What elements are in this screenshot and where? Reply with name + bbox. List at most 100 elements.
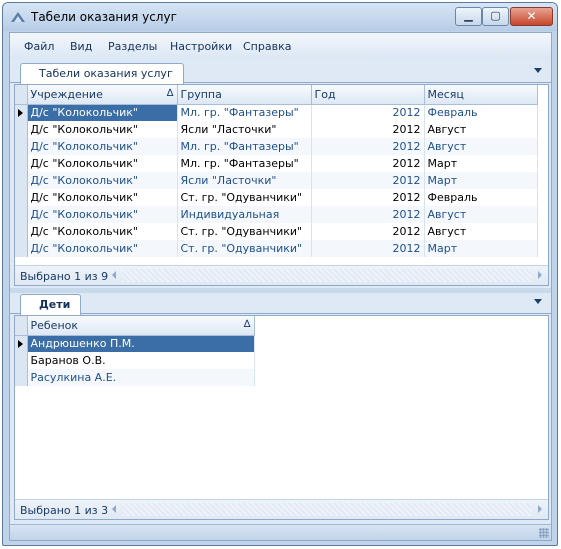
children-grid: Ребенок ∆ Андрюшенко П.М. Баранов О.В. Ра…: [14, 315, 549, 520]
cell-month[interactable]: Август: [424, 206, 538, 223]
cell-year[interactable]: 2012: [311, 121, 425, 138]
cell-group[interactable]: Ст. гр. "Одуванчики": [177, 223, 312, 240]
cell-year[interactable]: 2012: [311, 138, 425, 155]
selection-count: Выбрано 1 из 3: [20, 504, 109, 517]
horizontal-scrollbar[interactable]: [122, 503, 532, 516]
main-grid-footer: Выбрано 1 из 9: [15, 265, 548, 285]
table-row[interactable]: Д/с "Колокольчик" Индивидуальная 2012 Ав…: [15, 206, 538, 223]
cell-group[interactable]: Мл. гр. "Фантазеры": [177, 138, 312, 155]
cell-institution[interactable]: Д/с "Колокольчик": [27, 223, 178, 240]
cell-year[interactable]: 2012: [311, 206, 425, 223]
cell-month[interactable]: Март: [424, 155, 538, 172]
header-row: Учреждение ∆ Группа Год Месяц: [15, 85, 538, 105]
cell-institution[interactable]: Д/с "Колокольчик": [27, 206, 178, 223]
cell-month[interactable]: Март: [424, 172, 538, 189]
header-indicator: [15, 85, 28, 105]
row-indicator: [15, 138, 28, 155]
dropdown-arrow-icon[interactable]: [534, 299, 542, 304]
cell-child-name[interactable]: Баранов О.В.: [27, 352, 255, 369]
scroll-left-icon[interactable]: [112, 271, 116, 279]
cell-year[interactable]: 2012: [311, 189, 425, 206]
cell-group[interactable]: Ст. гр. "Одуванчики": [177, 189, 312, 206]
title-bar[interactable]: Табели оказания услуг ▁ ▢ ✕: [3, 3, 557, 31]
cell-group[interactable]: Мл. гр. "Фантазеры": [177, 104, 312, 121]
cell-year[interactable]: 2012: [311, 104, 425, 121]
cell-child-name[interactable]: Расулкина А.Е.: [27, 369, 255, 386]
cell-month[interactable]: Март: [424, 240, 538, 257]
column-header-institution[interactable]: Учреждение ∆: [27, 85, 178, 105]
window-title: Табели оказания услуг: [31, 10, 177, 24]
cell-year[interactable]: 2012: [311, 240, 425, 257]
header-indicator: [15, 316, 28, 336]
cell-month[interactable]: Февраль: [424, 189, 538, 206]
column-header-year[interactable]: Год: [311, 85, 425, 105]
cell-institution[interactable]: Д/с "Колокольчик": [27, 155, 178, 172]
horizontal-scrollbar[interactable]: [122, 269, 532, 282]
close-icon: ✕: [526, 9, 537, 23]
row-indicator: [15, 240, 28, 257]
scroll-left-icon[interactable]: [112, 505, 116, 513]
table-row[interactable]: Д/с "Колокольчик" Мл. гр. "Фантазеры" 20…: [15, 155, 538, 172]
cell-month[interactable]: Август: [424, 121, 538, 138]
maximize-icon: ▢: [490, 9, 501, 22]
main-grid: Учреждение ∆ Группа Год Месяц Д/с "Колоко…: [14, 84, 549, 286]
row-indicator: [15, 172, 28, 189]
cell-institution[interactable]: Д/с "Колокольчик": [27, 121, 178, 138]
table-row[interactable]: Д/с "Колокольчик" Ясли "Ласточки" 2012 А…: [15, 121, 538, 138]
tab-children[interactable]: Дети: [20, 294, 82, 315]
app-icon: [11, 12, 25, 22]
table-row[interactable]: Д/с "Колокольчик" Ст. гр. "Одуванчики" 2…: [15, 223, 538, 240]
cell-month[interactable]: Февраль: [424, 104, 538, 121]
scroll-right-icon[interactable]: [538, 271, 542, 279]
menu-view[interactable]: Вид: [70, 40, 92, 53]
menu-file[interactable]: Файл: [24, 40, 54, 53]
list-item[interactable]: Баранов О.В.: [15, 352, 255, 369]
sort-icon: ∆: [243, 318, 251, 330]
table-row[interactable]: Д/с "Колокольчик" Ст. гр. "Одуванчики" 2…: [15, 189, 538, 206]
cell-institution[interactable]: Д/с "Колокольчик": [27, 172, 178, 189]
close-button[interactable]: ✕: [510, 7, 553, 26]
cell-institution[interactable]: Д/с "Колокольчик": [27, 138, 178, 155]
row-indicator-icon: [18, 339, 23, 348]
cell-group[interactable]: Мл. гр. "Фантазеры": [177, 155, 312, 172]
maximize-button[interactable]: ▢: [482, 7, 509, 26]
cell-year[interactable]: 2012: [311, 155, 425, 172]
cell-month[interactable]: Август: [424, 223, 538, 240]
header-row: Ребенок ∆: [15, 316, 255, 336]
children-tabstrip: Дети: [10, 292, 551, 315]
table-row[interactable]: Д/с "Колокольчик" Мл. гр. "Фантазеры" 20…: [15, 104, 538, 121]
column-header-month[interactable]: Месяц: [424, 85, 538, 105]
row-indicator: [15, 104, 28, 121]
cell-group[interactable]: Ст. гр. "Одуванчики": [177, 240, 312, 257]
size-grip-icon[interactable]: [539, 528, 549, 538]
row-indicator-icon: [18, 108, 23, 117]
tab-label: Дети: [39, 298, 71, 311]
menu-sections[interactable]: Разделы: [108, 40, 157, 53]
scroll-right-icon[interactable]: [538, 505, 542, 513]
cell-child-name[interactable]: Андрюшенко П.М.: [27, 335, 255, 352]
list-item[interactable]: Андрюшенко П.М.: [15, 335, 255, 352]
list-item[interactable]: Расулкина А.Е.: [15, 369, 255, 386]
cell-group[interactable]: Индивидуальная: [177, 206, 312, 223]
cell-group[interactable]: Ясли "Ласточки": [177, 121, 312, 138]
minimize-button[interactable]: ▁: [455, 7, 482, 26]
cell-year[interactable]: 2012: [311, 223, 425, 240]
cell-year[interactable]: 2012: [311, 172, 425, 189]
tab-service-sheets[interactable]: Табели оказания услуг: [20, 63, 184, 84]
main-tabstrip: Табели оказания услуг: [10, 61, 551, 84]
row-indicator: [15, 121, 28, 138]
cell-month[interactable]: Август: [424, 138, 538, 155]
table-row[interactable]: Д/с "Колокольчик" Мл. гр. "Фантазеры" 20…: [15, 138, 538, 155]
cell-institution[interactable]: Д/с "Колокольчик": [27, 240, 178, 257]
column-header-group[interactable]: Группа: [177, 85, 312, 105]
cell-institution[interactable]: Д/с "Колокольчик": [27, 189, 178, 206]
menu-settings[interactable]: Настройки: [170, 40, 232, 53]
cell-institution[interactable]: Д/с "Колокольчик": [27, 104, 178, 121]
table-row[interactable]: Д/с "Колокольчик" Ясли "Ласточки" 2012 М…: [15, 172, 538, 189]
column-header-child[interactable]: Ребенок ∆: [27, 316, 255, 336]
app-window: Табели оказания услуг ▁ ▢ ✕ Файл Вид Раз…: [2, 2, 558, 546]
menu-help[interactable]: Справка: [243, 40, 291, 53]
table-row[interactable]: Д/с "Колокольчик" Ст. гр. "Одуванчики" 2…: [15, 240, 538, 257]
dropdown-arrow-icon[interactable]: [534, 68, 542, 73]
cell-group[interactable]: Ясли "Ласточки": [177, 172, 312, 189]
